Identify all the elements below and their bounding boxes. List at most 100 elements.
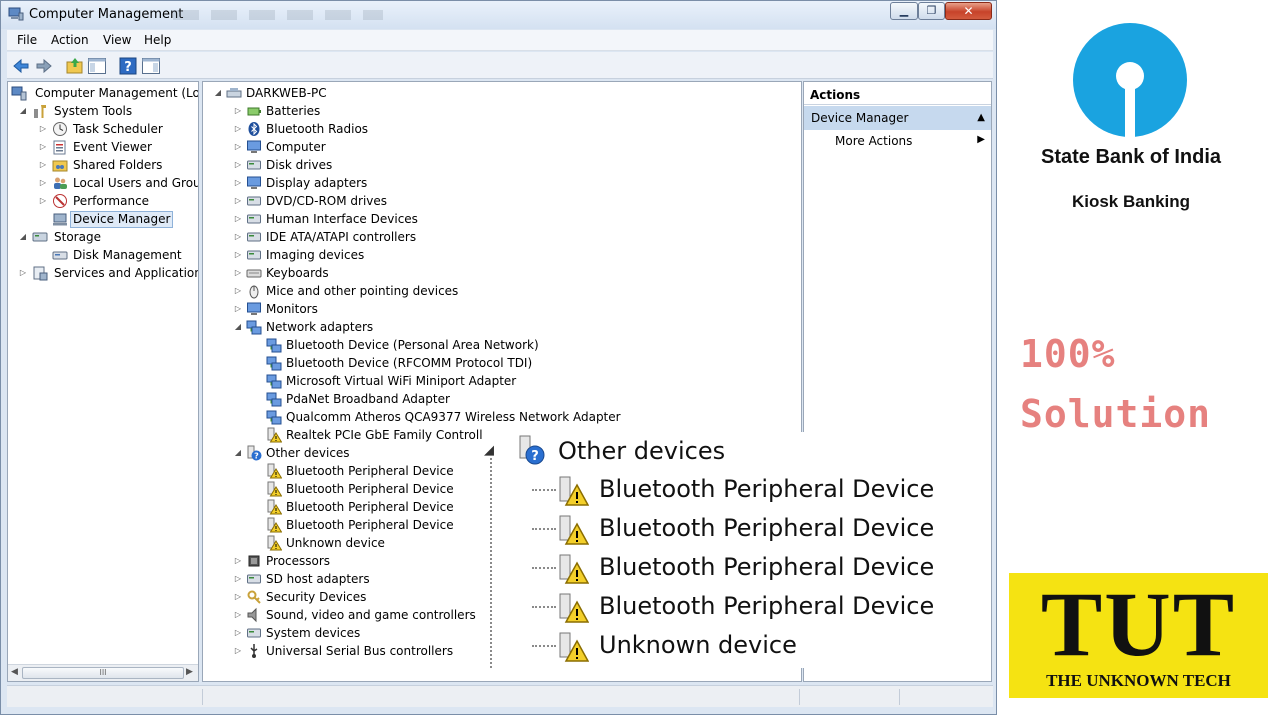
expand-arrow-icon[interactable]: ▷ bbox=[38, 138, 48, 156]
users-icon bbox=[54, 177, 67, 189]
expand-arrow-icon[interactable]: ▷ bbox=[233, 588, 243, 606]
show-action-pane-icon[interactable] bbox=[141, 56, 161, 76]
expand-arrow-icon[interactable]: ▷ bbox=[233, 102, 243, 120]
device-label: Bluetooth Peripheral Device bbox=[286, 464, 454, 478]
tut-logo-letters: TUT bbox=[1040, 573, 1237, 675]
expand-arrow-icon[interactable]: ▷ bbox=[233, 570, 243, 588]
sound-icon bbox=[247, 607, 257, 623]
monitor-icon bbox=[247, 302, 261, 315]
device-category-label: System devices bbox=[266, 626, 361, 640]
net-icon bbox=[266, 392, 282, 407]
zoom-device-label: Bluetooth Peripheral Device bbox=[599, 514, 935, 542]
device-label: Unknown device bbox=[286, 536, 385, 550]
hid-icon bbox=[247, 214, 261, 224]
device-category-label: Bluetooth Radios bbox=[266, 122, 369, 136]
scroll-left-icon[interactable]: ◀ bbox=[11, 667, 18, 677]
expand-arrow-icon[interactable]: ▷ bbox=[233, 192, 243, 210]
expand-arrow-icon[interactable]: ▷ bbox=[233, 552, 243, 570]
restore-icon: ❐ bbox=[926, 4, 937, 17]
actions-section-device-manager[interactable]: Device Manager ▲ bbox=[804, 106, 991, 130]
expand-arrow-icon[interactable]: ▷ bbox=[233, 120, 243, 138]
zoom-group-label: Other devices bbox=[558, 437, 726, 465]
magnified-other-devices-callout: ◢ ? Other devices Bluetooth Peripheral D… bbox=[482, 432, 937, 668]
tree-guide-line bbox=[532, 645, 556, 647]
more-actions-item[interactable]: More Actions ▶ bbox=[835, 134, 985, 148]
collapse-arrow-icon: ◢ bbox=[484, 443, 494, 458]
toolbar: ? bbox=[7, 52, 993, 79]
expand-arrow-icon[interactable]: ▷ bbox=[233, 156, 243, 174]
up-folder-icon[interactable] bbox=[65, 56, 85, 76]
expand-arrow-icon[interactable]: ▷ bbox=[233, 174, 243, 192]
expand-arrow-icon[interactable]: ▷ bbox=[233, 606, 243, 624]
expand-arrow-icon[interactable]: ▷ bbox=[233, 264, 243, 282]
expand-arrow-icon[interactable]: ▷ bbox=[233, 624, 243, 642]
expand-arrow-icon[interactable]: ▷ bbox=[38, 192, 48, 210]
computer-management-icon bbox=[11, 86, 27, 101]
minimize-icon: ▁ bbox=[899, 4, 909, 17]
sd-icon bbox=[247, 574, 261, 584]
help-icon[interactable]: ? bbox=[118, 56, 138, 76]
net-icon bbox=[266, 374, 282, 389]
forward-arrow-icon[interactable] bbox=[34, 56, 54, 76]
device-category-label: Network adapters bbox=[266, 320, 374, 334]
device-category-label: Mice and other pointing devices bbox=[266, 284, 459, 298]
expand-arrow-icon[interactable]: ▷ bbox=[38, 120, 48, 138]
collapse-arrow-icon[interactable]: ◢ bbox=[213, 84, 223, 102]
device-label: PdaNet Broadband Adapter bbox=[286, 392, 450, 406]
expand-arrow-icon[interactable]: ▷ bbox=[233, 228, 243, 246]
expand-arrow-icon[interactable]: ▷ bbox=[233, 210, 243, 228]
close-button[interactable]: ✕ bbox=[945, 2, 992, 20]
device-category-label: Batteries bbox=[266, 104, 321, 118]
minimize-button[interactable]: ▁ bbox=[890, 2, 918, 20]
clock-icon bbox=[53, 122, 67, 136]
expand-arrow-icon[interactable]: ▷ bbox=[38, 174, 48, 192]
expand-arrow-icon[interactable]: ▷ bbox=[233, 138, 243, 156]
warning-device-icon bbox=[559, 476, 589, 506]
dvd-icon bbox=[247, 196, 261, 206]
tree-label: Disk Management bbox=[73, 248, 182, 262]
collapse-arrow-icon[interactable]: ◢ bbox=[18, 228, 28, 246]
svg-text:?: ? bbox=[124, 60, 132, 75]
actions-section-label: Device Manager bbox=[811, 111, 909, 125]
computer-icon bbox=[247, 140, 261, 153]
warn-icon bbox=[267, 535, 282, 551]
menu-action[interactable]: Action bbox=[51, 33, 89, 47]
storage-icon bbox=[32, 232, 48, 242]
menu-file[interactable]: File bbox=[17, 33, 37, 47]
collapse-arrow-icon[interactable]: ◢ bbox=[18, 102, 28, 120]
expand-arrow-icon[interactable]: ▷ bbox=[233, 246, 243, 264]
collapse-triangle-icon[interactable]: ▲ bbox=[977, 106, 985, 130]
title-bar[interactable]: Computer Management ▁ ❐ ✕ bbox=[1, 1, 996, 29]
device-category-label: Monitors bbox=[266, 302, 318, 316]
expand-arrow-icon[interactable]: ▷ bbox=[233, 642, 243, 660]
battery-icon bbox=[247, 107, 261, 116]
tut-logo-caption: THE UNKNOWN TECH bbox=[1046, 671, 1231, 690]
scroll-right-icon[interactable]: ▶ bbox=[186, 667, 193, 677]
scrollbar-thumb[interactable]: III bbox=[22, 667, 184, 679]
status-bar bbox=[7, 685, 993, 707]
back-arrow-icon[interactable] bbox=[11, 56, 31, 76]
net-icon bbox=[266, 338, 282, 353]
menu-view[interactable]: View bbox=[103, 33, 131, 47]
warn-icon bbox=[267, 499, 282, 515]
tree-label: Shared Folders bbox=[73, 158, 163, 172]
status-separator bbox=[202, 689, 203, 705]
menu-help[interactable]: Help bbox=[144, 33, 171, 47]
device-category-label: Universal Serial Bus controllers bbox=[266, 644, 454, 658]
collapse-arrow-icon[interactable]: ◢ bbox=[233, 444, 243, 462]
device-category-label: Sound, video and game controllers bbox=[266, 608, 476, 622]
collapse-arrow-icon[interactable]: ◢ bbox=[233, 318, 243, 336]
ide-icon bbox=[247, 232, 261, 242]
maximize-button[interactable]: ❐ bbox=[918, 2, 945, 20]
expand-arrow-icon[interactable]: ▷ bbox=[233, 300, 243, 318]
horizontal-scrollbar[interactable]: ◀ III ▶ bbox=[8, 664, 198, 681]
tree-label: Task Scheduler bbox=[73, 122, 163, 136]
tree-guide-line bbox=[532, 606, 556, 608]
expand-arrow-icon[interactable]: ▷ bbox=[18, 264, 28, 282]
expand-arrow-icon[interactable]: ▷ bbox=[233, 282, 243, 300]
show-hide-tree-icon[interactable] bbox=[87, 56, 107, 76]
svg-text:?: ? bbox=[254, 452, 259, 461]
zoom-device-label: Bluetooth Peripheral Device bbox=[599, 553, 935, 581]
network-icon bbox=[246, 320, 262, 335]
expand-arrow-icon[interactable]: ▷ bbox=[38, 156, 48, 174]
